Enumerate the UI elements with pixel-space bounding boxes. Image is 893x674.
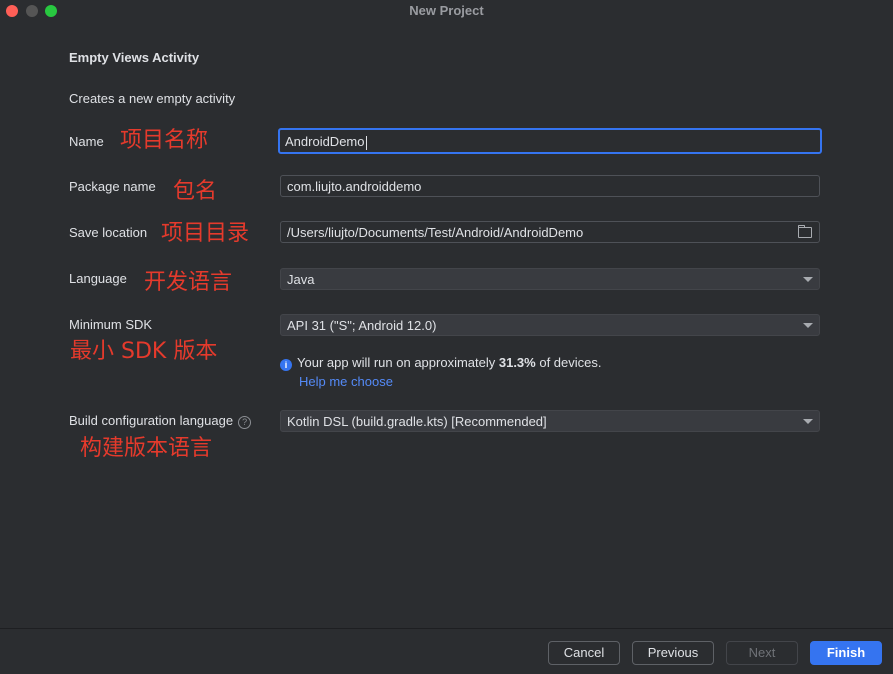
- language-label: Language: [69, 271, 127, 286]
- save-location-annotation: 项目目录: [161, 221, 250, 246]
- title-bar: New Project: [0, 0, 893, 22]
- footer-divider: [0, 628, 893, 629]
- folder-icon[interactable]: [798, 225, 812, 238]
- sdk-info-percent: 31.3%: [498, 355, 536, 370]
- language-annotation: 开发语言: [144, 270, 233, 295]
- previous-button[interactable]: Previous: [632, 641, 714, 665]
- save-location-label: Save location: [69, 225, 148, 240]
- page-description: Creates a new empty activity: [69, 91, 236, 106]
- sdk-info-prefix: Your app will run on approximately: [297, 355, 499, 370]
- page-title: Empty Views Activity: [69, 50, 200, 65]
- language-selected-value: Java: [287, 272, 315, 287]
- name-annotation: 项目名称: [120, 128, 209, 153]
- name-input[interactable]: AndroidDemo: [278, 128, 822, 154]
- finish-button[interactable]: Finish: [810, 641, 882, 665]
- name-label: Name: [69, 134, 104, 149]
- save-location-value: /Users/liujto/Documents/Test/Android/And…: [287, 225, 584, 240]
- help-question-icon[interactable]: ?: [238, 416, 252, 429]
- build-config-annotation: 构建版本语言: [80, 436, 213, 461]
- chevron-down-icon: [803, 277, 813, 282]
- chevron-down-icon: [803, 419, 813, 424]
- help-me-choose-link[interactable]: Help me choose: [299, 374, 393, 389]
- sdk-info: i Your app will run on approximately 31.3…: [280, 355, 602, 371]
- minimum-sdk-label: Minimum SDK: [69, 317, 153, 332]
- minimum-sdk-selected-value: API 31 ("S"; Android 12.0): [287, 318, 437, 333]
- build-config-label-wrap: Build configuration language?: [69, 413, 252, 429]
- package-name-annotation: 包名: [173, 179, 218, 204]
- window-title: New Project: [409, 3, 484, 18]
- package-name-label: Package name: [69, 179, 156, 194]
- next-button[interactable]: Next: [726, 641, 798, 665]
- build-config-select[interactable]: Kotlin DSL (build.gradle.kts) [Recommend…: [280, 410, 820, 432]
- cancel-button[interactable]: Cancel: [548, 641, 620, 665]
- info-icon: i: [280, 359, 292, 371]
- chevron-down-icon: [803, 323, 813, 328]
- text-caret: [365, 135, 367, 150]
- name-input-value: AndroidDemo: [285, 134, 365, 149]
- minimum-sdk-select[interactable]: API 31 ("S"; Android 12.0): [280, 314, 820, 336]
- minimum-sdk-annotation: 最小 SDK 版本: [70, 339, 218, 364]
- language-select[interactable]: Java: [280, 268, 820, 290]
- build-config-label: Build configuration language: [69, 413, 234, 428]
- build-config-selected-value: Kotlin DSL (build.gradle.kts) [Recommend…: [287, 414, 547, 429]
- save-location-input[interactable]: /Users/liujto/Documents/Test/Android/And…: [280, 221, 820, 243]
- sdk-info-suffix: of devices.: [535, 355, 602, 370]
- package-name-input[interactable]: com.liujto.androiddemo: [280, 175, 820, 197]
